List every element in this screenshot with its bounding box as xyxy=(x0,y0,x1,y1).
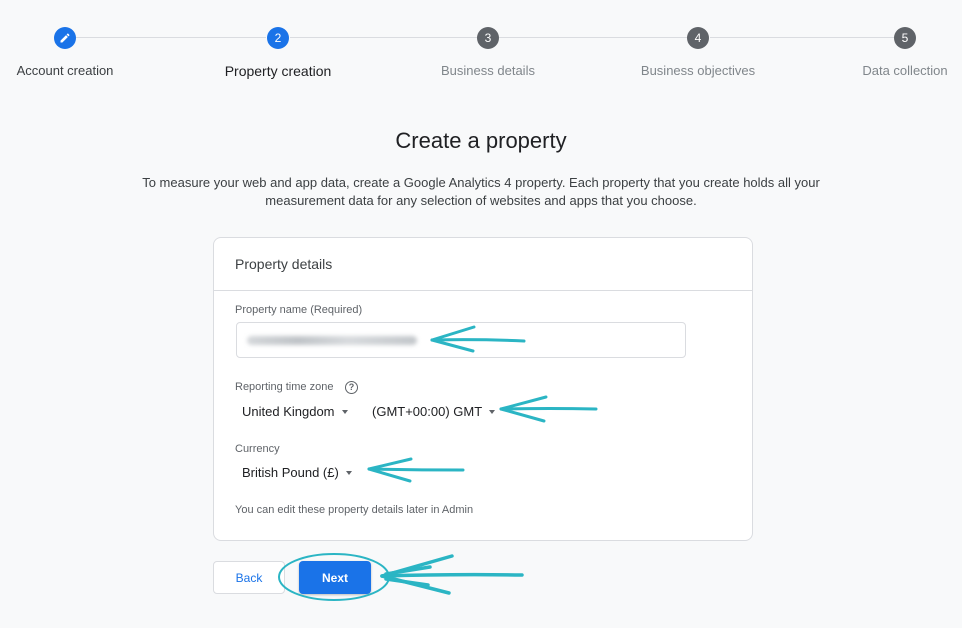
chevron-down-icon xyxy=(341,410,348,414)
edit-later-hint: You can edit these property details late… xyxy=(235,504,474,516)
time-zone-select-value: (GMT+00:00) GMT xyxy=(372,404,483,419)
pencil-icon xyxy=(60,33,70,43)
step-4-circle: 4 xyxy=(687,27,709,49)
step-account-creation[interactable]: Account creation xyxy=(0,27,145,78)
property-details-card: Property details Property name (Required… xyxy=(213,237,753,541)
step-3-label: Business details xyxy=(441,63,535,78)
chevron-down-icon xyxy=(489,410,496,414)
step-business-details[interactable]: 3 Business details xyxy=(408,27,568,78)
time-zone-label: Reporting time zone xyxy=(235,381,334,393)
step-3-circle: 3 xyxy=(477,27,499,49)
property-name-label: Property name (Required) xyxy=(235,304,363,316)
page-description: To measure your web and app data, create… xyxy=(142,175,820,208)
step-5-label: Data collection xyxy=(862,63,948,78)
currency-select[interactable]: British Pound (£) xyxy=(242,465,352,480)
card-header: Property details xyxy=(214,238,752,291)
next-button[interactable]: Next xyxy=(299,561,371,594)
arrow-annotation-next xyxy=(380,554,524,595)
step-1-label: Account creation xyxy=(16,63,114,78)
country-select-value: United Kingdom xyxy=(242,404,335,419)
step-property-creation[interactable]: 2 Property creation xyxy=(198,27,358,79)
step-5-circle: 5 xyxy=(894,27,916,49)
step-4-label: Business objectives xyxy=(640,63,756,78)
chevron-down-icon xyxy=(345,471,352,475)
help-icon[interactable]: ? xyxy=(345,381,358,394)
step-2-circle: 2 xyxy=(267,27,289,49)
step-data-collection[interactable]: 5 Data collection xyxy=(825,27,962,78)
currency-label: Currency xyxy=(235,443,280,455)
property-name-input[interactable] xyxy=(236,322,686,358)
step-2-label: Property creation xyxy=(224,63,332,79)
country-select[interactable]: United Kingdom xyxy=(242,404,348,419)
back-button[interactable]: Back xyxy=(213,561,285,594)
currency-select-value: British Pound (£) xyxy=(242,465,339,480)
step-business-objectives[interactable]: 4 Business objectives xyxy=(618,27,778,78)
page-title: Create a property xyxy=(395,128,567,153)
time-zone-select[interactable]: (GMT+00:00) GMT xyxy=(372,404,496,419)
blurred-property-name xyxy=(247,336,417,345)
progress-stepper: Account creation 2 Property creation 3 B… xyxy=(0,0,962,100)
step-1-circle xyxy=(54,27,76,49)
